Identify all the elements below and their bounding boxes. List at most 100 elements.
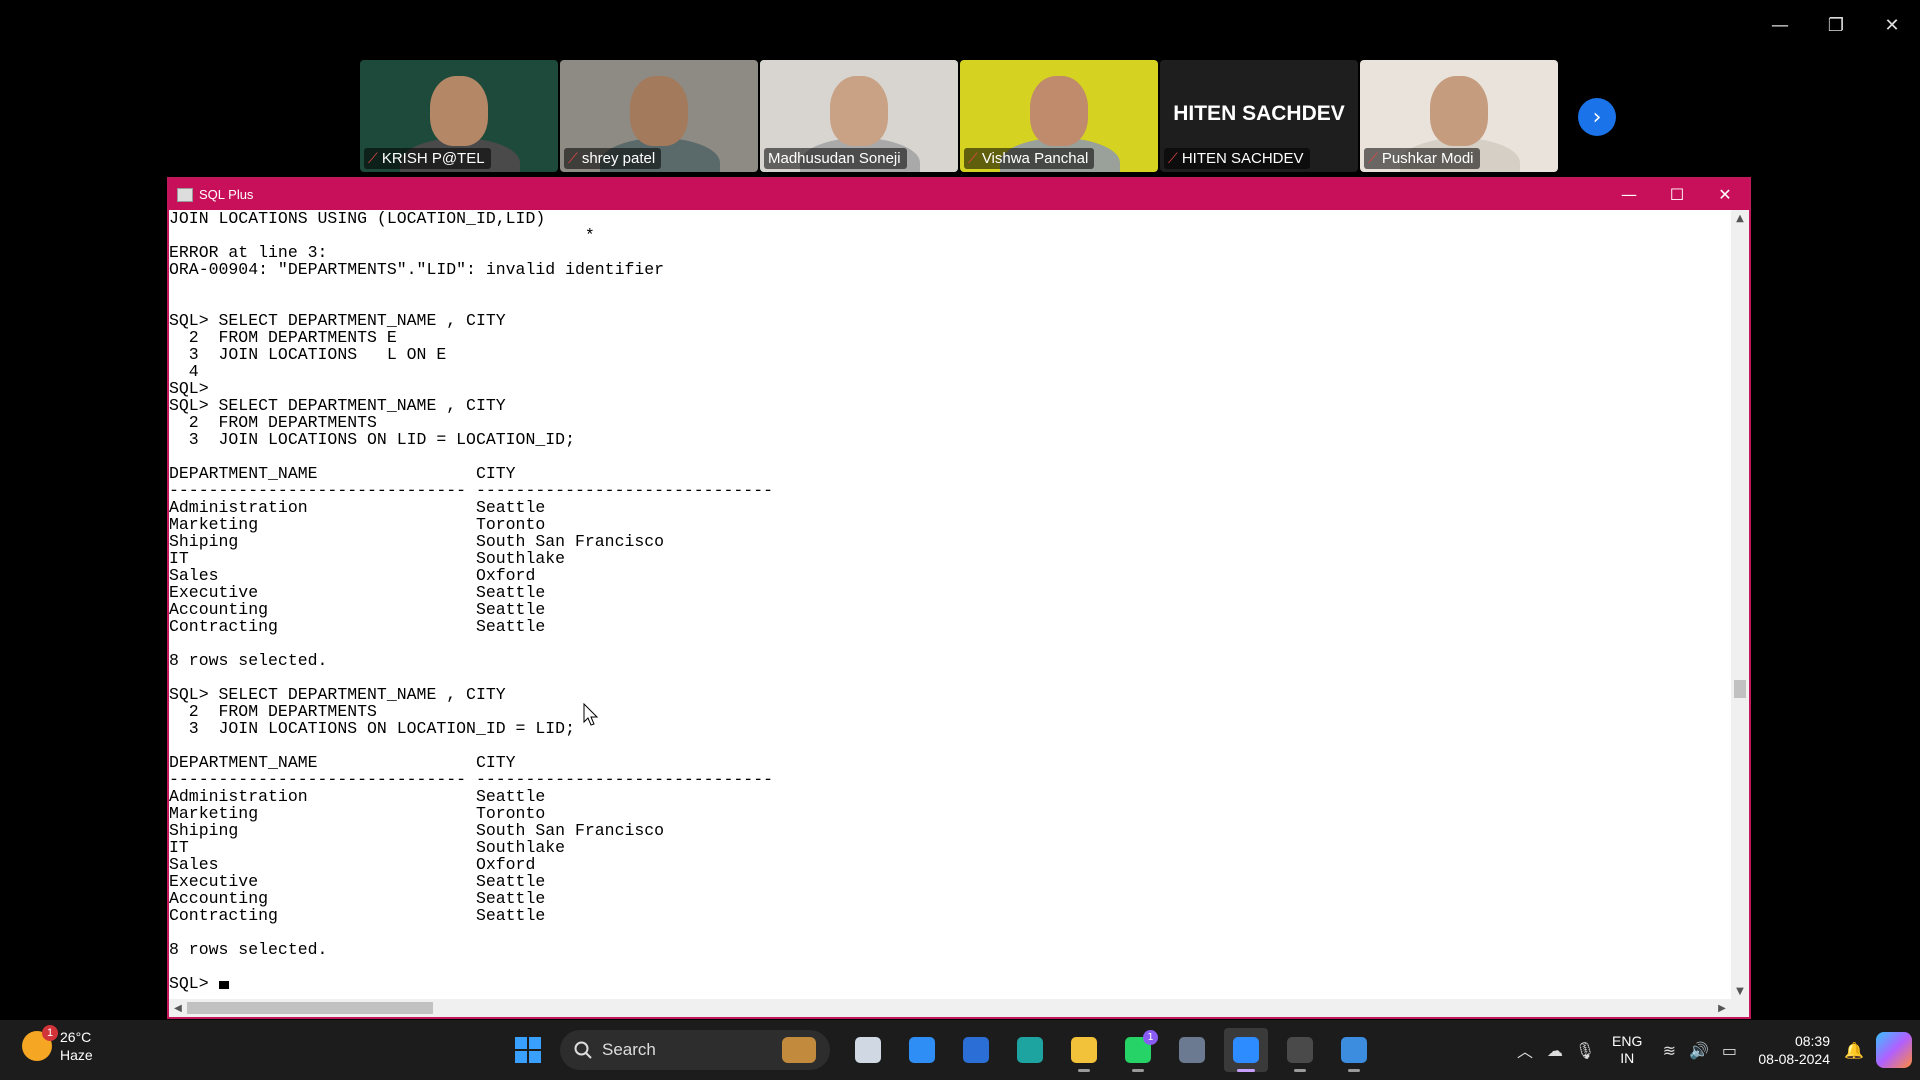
participant-face [630,76,688,146]
mic-muted-icon: ⟋ [1368,150,1378,167]
taskbar: 1 26°C Haze Search 1 ︿ ☁ 🎙 ENG IN ≋ 🔊 ▭ … [0,1020,1920,1080]
weather-condition: Haze [60,1047,93,1063]
search-icon [574,1041,592,1059]
terminal-icon [1287,1037,1313,1063]
vertical-scroll-thumb[interactable] [1734,680,1746,698]
participant-tile[interactable]: HITEN SACHDEV ⟋ HITEN SACHDEV [1160,60,1358,172]
participant-face [1030,76,1088,146]
windows-logo-icon [515,1037,541,1063]
weather-widget[interactable]: 1 26°C Haze [22,1025,93,1064]
file-explorer-icon [1071,1037,1097,1063]
task-view-icon [855,1037,881,1063]
start-button[interactable] [506,1028,550,1072]
terminal-taskbar-button[interactable] [1278,1028,1322,1072]
onedrive-icon[interactable]: ☁ [1540,1041,1570,1060]
search-placeholder: Search [602,1040,656,1059]
scroll-right-icon[interactable]: ▶ [1713,999,1731,1017]
weather-sun-icon: 1 [22,1025,58,1061]
minimize-button[interactable]: — [1752,0,1808,50]
zoom-taskbar-button[interactable] [1224,1028,1268,1072]
participant-name-label: ⟋ HITEN SACHDEV [1164,148,1310,169]
task-view-taskbar-button[interactable] [846,1028,890,1072]
mic-muted-icon: ⟋ [368,150,378,167]
next-participants-button[interactable]: › [1578,98,1616,136]
clock[interactable]: 08:39 08-08-2024 [1758,1032,1830,1068]
participant-face [1430,76,1488,146]
paint-taskbar-button[interactable] [1332,1028,1376,1072]
sql-developer-taskbar-button[interactable] [1170,1028,1214,1072]
sqlplus-app-icon [177,187,193,202]
clock-date: 08-08-2024 [1758,1051,1830,1067]
vertical-scrollbar[interactable]: ▲ ▼ [1731,210,1749,999]
file-explorer-taskbar-button[interactable] [1062,1028,1106,1072]
participant-name: HITEN SACHDEV [1181,150,1304,167]
language-indicator[interactable]: ENG IN [1612,1033,1642,1067]
participant-tile[interactable]: ⟋ Pushkar Modi [1360,60,1558,172]
app-window-controls: — ❐ ✕ [1752,0,1920,50]
sqlplus-minimize-button[interactable]: — [1605,179,1653,210]
console-output[interactable]: JOIN LOCATIONS USING (LOCATION_ID,LID) *… [169,210,1731,999]
participant-name-label: ⟋ shrey patel [564,148,662,169]
volume-icon[interactable]: 🔊 [1684,1041,1714,1060]
participant-name: Pushkar Modi [1381,150,1474,167]
whatsapp-taskbar-button[interactable]: 1 [1116,1028,1160,1072]
edge-taskbar-button[interactable] [1008,1028,1052,1072]
participant-name: KRISH P@TEL [381,150,485,167]
participant-tile[interactable]: ⟋ shrey patel [560,60,758,172]
sql-prompt: SQL> [169,974,219,993]
battery-icon[interactable]: ▭ [1714,1041,1744,1060]
running-indicator [1132,1069,1144,1072]
window-title: SQL Plus [199,187,254,202]
running-indicator [1078,1069,1090,1072]
mic-muted-icon: ⟋ [568,150,578,167]
horizontal-scroll-thumb[interactable] [187,1002,433,1014]
language-bottom: IN [1620,1050,1635,1066]
notification-badge: 1 [1143,1030,1158,1045]
horizontal-scrollbar[interactable]: ◀ ▶ [169,999,1749,1017]
taskbar-apps: Search 1 [506,1028,1376,1072]
participant-tile[interactable]: ⟋ Vishwa Panchal [960,60,1158,172]
participant-face [430,76,488,146]
close-button[interactable]: ✕ [1864,0,1920,50]
participant-tile[interactable]: ⟋ KRISH P@TEL [360,60,558,172]
edge-icon [1017,1037,1043,1063]
scroll-down-icon[interactable]: ▼ [1731,983,1749,999]
participant-name-label: Madhusudan Soneji [764,148,907,169]
participant-name-label: ⟋ Vishwa Panchal [964,148,1095,169]
text-cursor [218,981,229,989]
store-taskbar-button[interactable] [954,1028,998,1072]
sqlplus-window-controls: — ☐ ✕ [1605,179,1749,210]
participant-name: Vishwa Panchal [981,150,1089,167]
participant-face [830,76,888,146]
mic-muted-icon: ⟋ [968,150,978,167]
sqlplus-maximize-button[interactable]: ☐ [1653,179,1701,210]
running-indicator [1348,1069,1360,1072]
sqlplus-titlebar[interactable]: SQL Plus — ☐ ✕ [169,179,1749,210]
safari-taskbar-button[interactable] [900,1028,944,1072]
sqlplus-window: SQL Plus — ☐ ✕ JOIN LOCATIONS USING (LOC… [167,177,1751,1019]
weather-badge: 1 [42,1025,58,1041]
show-hidden-icons-icon[interactable]: ︿ [1510,1038,1540,1062]
wifi-icon[interactable]: ≋ [1654,1041,1684,1060]
search-highlight-icon [782,1037,816,1063]
language-top: ENG [1612,1033,1643,1049]
clock-time: 08:39 [1794,1033,1830,1049]
participant-name: shrey patel [581,150,656,167]
notification-bell-icon[interactable]: 🔔 [1840,1041,1868,1060]
participant-name-label: ⟋ Pushkar Modi [1364,148,1480,169]
weather-temp: 26°C [60,1029,92,1045]
mouse-pointer-icon [583,703,599,726]
restore-button[interactable]: ❐ [1808,0,1864,50]
system-tray: ︿ ☁ 🎙 ENG IN ≋ 🔊 ▭ 08:39 08-08-2024 🔔 [1510,1020,1920,1080]
zoom-icon [1233,1037,1259,1063]
scroll-left-icon[interactable]: ◀ [169,999,187,1017]
safari-icon [909,1037,935,1063]
running-indicator [1294,1069,1306,1072]
mic-muted-icon: ⟋ [1168,150,1178,167]
copilot-icon[interactable] [1876,1032,1912,1068]
participant-tile[interactable]: Madhusudan Soneji [760,60,958,172]
sqlplus-close-button[interactable]: ✕ [1701,179,1749,210]
microphone-icon[interactable]: 🎙 [1570,1041,1600,1060]
taskbar-search[interactable]: Search [560,1030,830,1070]
scroll-up-icon[interactable]: ▲ [1731,210,1749,226]
